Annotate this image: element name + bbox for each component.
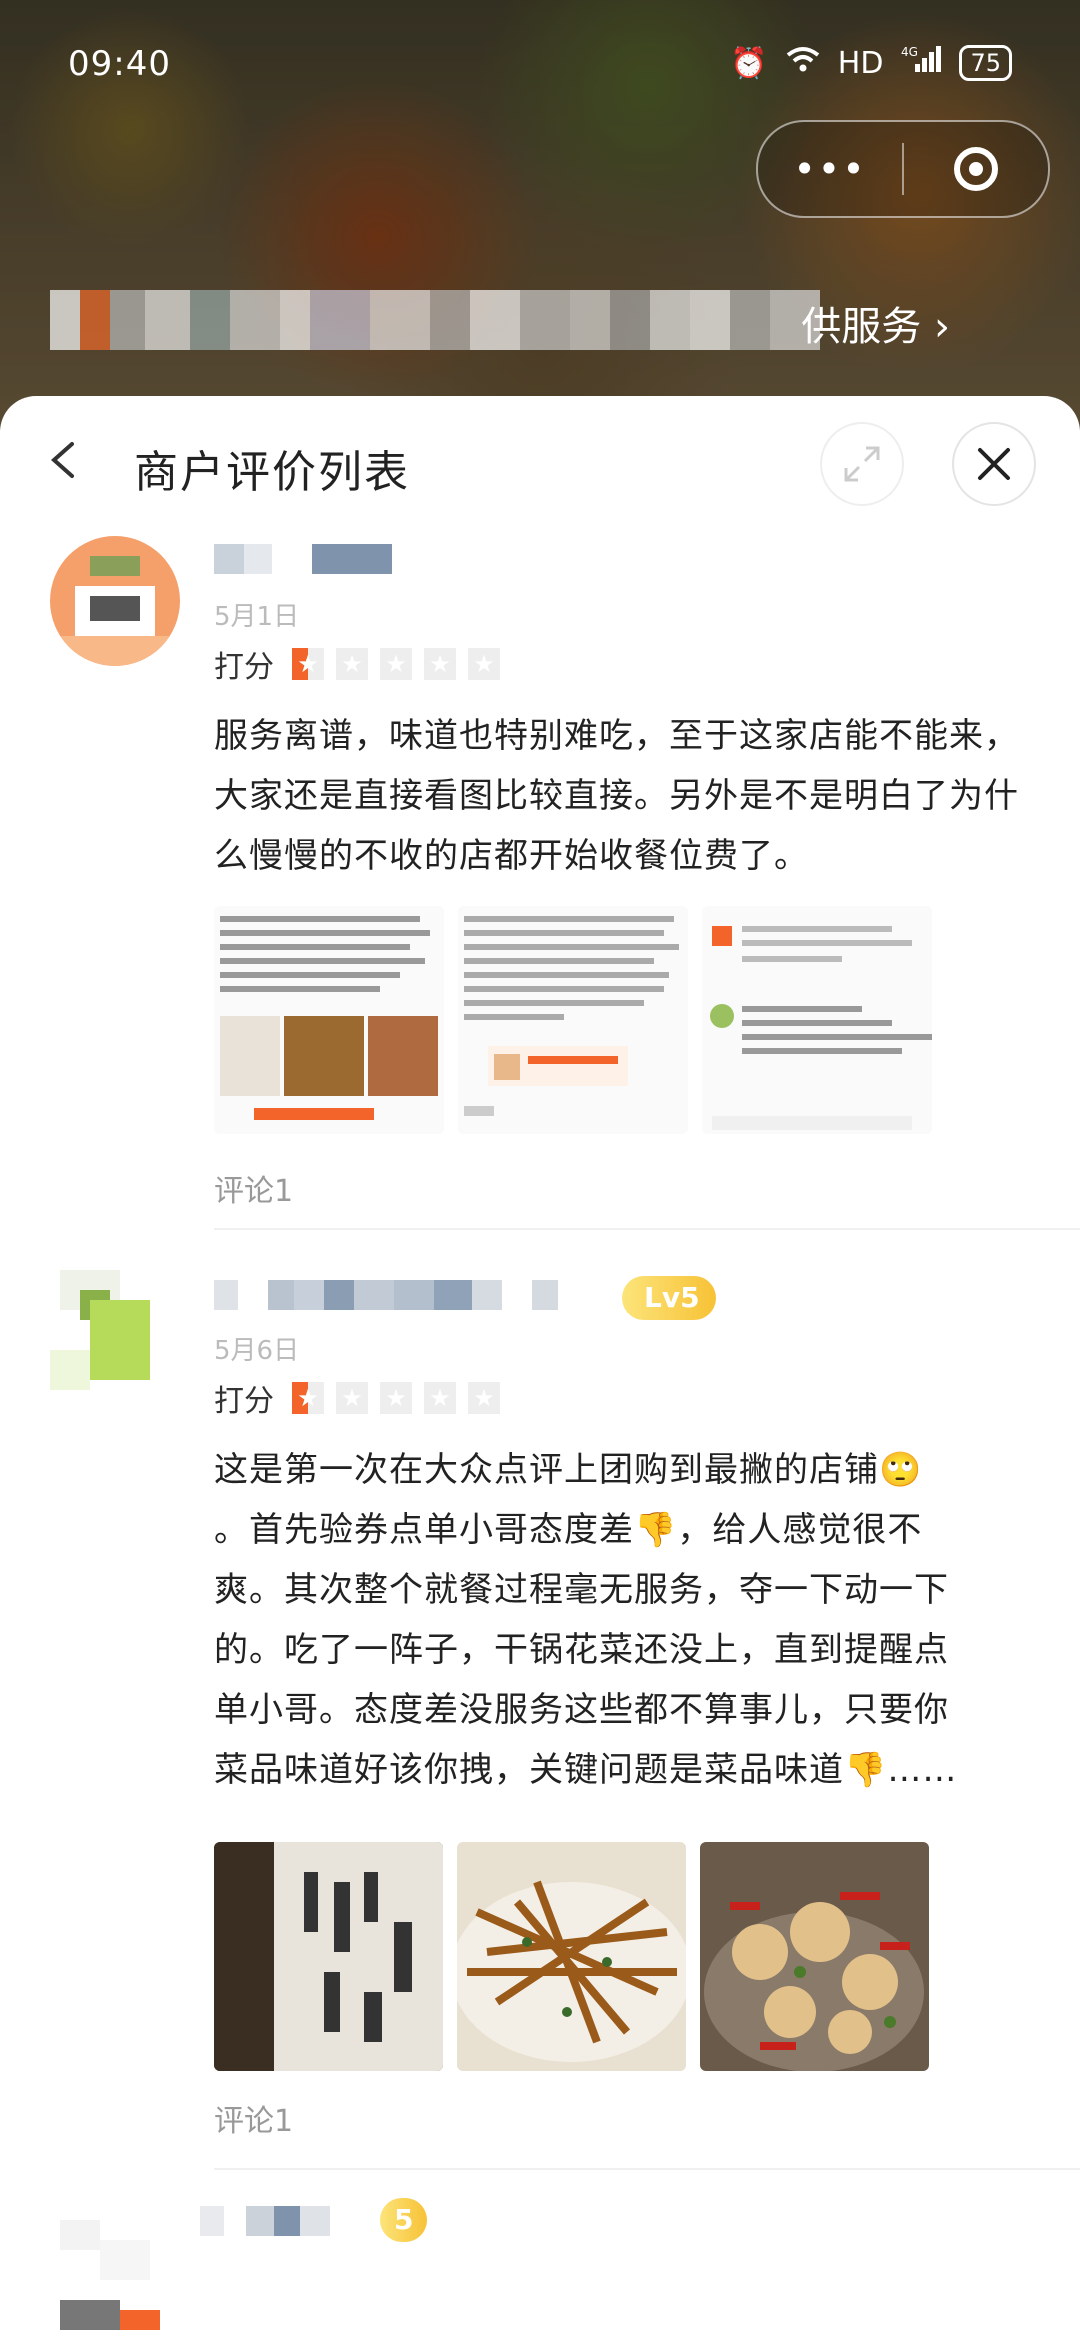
review-divider (214, 2168, 1080, 2170)
level-badge: 5 (380, 2198, 428, 2242)
review-divider (214, 1228, 1080, 1230)
battery-level: 75 (970, 49, 1001, 77)
close-mini-program-button[interactable] (904, 147, 1048, 191)
review-image-screenshot[interactable] (214, 906, 444, 1134)
review-date: 5月6日 (214, 1336, 300, 1366)
star-icon: ★ (336, 1382, 368, 1414)
rating-row: 打分 ★ ★ ★ ★ ★ (214, 644, 500, 685)
user-name-blurred (214, 544, 392, 580)
review-text-line: 菜品味道好该你拽，关键问题是菜品味道👎…… (214, 1750, 958, 1790)
comment-count[interactable]: 评论1 (214, 2096, 293, 2140)
rating-label: 打分 (214, 1384, 274, 1419)
status-icons: ⏰ HD 4G 75 (730, 44, 1012, 82)
user-name-blurred (214, 1280, 558, 1316)
review-text-line: 单小哥。态度差没服务这些都不算事儿，只要你 (214, 1690, 949, 1730)
star-icon: ★ (336, 648, 368, 680)
store-info-row[interactable]: 供服务 › (50, 290, 1050, 350)
review-text-line: 。首先验券点单小哥态度差👎，给人感觉很不 (214, 1510, 923, 1550)
review-image-dish[interactable] (457, 1842, 686, 2071)
review-text-line: 的。吃了一阵子，干锅花菜还没上，直到提醒点 (214, 1630, 949, 1670)
star-icon: ★ (424, 1382, 456, 1414)
star-icon: ★ (424, 648, 456, 680)
sheet-header: 商户评价列表 (0, 396, 1080, 526)
star-icon: ★ (292, 648, 324, 680)
avatar[interactable] (40, 2200, 170, 2330)
star-icon: ★ (380, 1382, 412, 1414)
review-images (214, 906, 932, 1134)
review-image-screenshot[interactable] (458, 906, 688, 1134)
user-name-blurred (200, 2206, 330, 2242)
avatar[interactable] (50, 536, 180, 666)
star-icon: ★ (468, 1382, 500, 1414)
target-icon (954, 147, 998, 191)
sheet-title: 商户评价列表 (134, 447, 410, 498)
review-sheet: 商户评价列表 5月1日 打分 ★ ★ ★ ★ ★ 服务离谱，味道也特别难吃，至于… (0, 396, 1080, 2340)
back-arrow-icon[interactable] (44, 440, 84, 480)
wifi-icon (786, 45, 820, 81)
review-image-cauliflower[interactable] (700, 1842, 929, 2071)
network-label: HD (837, 45, 884, 81)
more-options-button[interactable]: ••• (758, 147, 902, 191)
svg-text:4G: 4G (901, 45, 918, 59)
rating-label: 打分 (214, 650, 274, 685)
review-date: 5月1日 (214, 602, 300, 632)
mini-program-capsule: ••• (756, 120, 1050, 218)
rating-row: 打分 ★ ★ ★ ★ ★ (214, 1378, 500, 1419)
review-text[interactable]: 这是第一次在大众点评上团购到最撇的店铺🙄 。首先验券点单小哥态度差👎，给人感觉很… (214, 1440, 1034, 1800)
review-images (214, 1842, 929, 2071)
close-icon (978, 448, 1010, 480)
expand-button[interactable] (820, 422, 904, 506)
status-bar: 09:40 ⏰ HD 4G 75 (0, 0, 1080, 130)
star-icon: ★ (380, 648, 412, 680)
battery-icon: 75 (959, 45, 1012, 81)
star-icon: ★ (468, 648, 500, 680)
comment-count[interactable]: 评论1 (214, 1166, 293, 1210)
review-image-sign[interactable] (214, 1842, 443, 2071)
signal-icon: 4G (901, 44, 942, 82)
status-time: 09:40 (68, 44, 171, 84)
expand-icon (844, 446, 880, 482)
review-text-line: 这是第一次在大众点评上团购到最撇的店铺🙄 (214, 1450, 923, 1490)
level-badge: Lv5 (622, 1276, 716, 1320)
service-link[interactable]: 供服务 › (801, 294, 950, 352)
alarm-icon: ⏰ (730, 45, 768, 81)
close-button[interactable] (952, 422, 1036, 506)
review-text-line: 爽。其次整个就餐过程毫无服务，夺一下动一下 (214, 1570, 949, 1610)
avatar[interactable] (30, 1260, 160, 1390)
blurred-store-info (50, 290, 820, 350)
star-icon: ★ (292, 1382, 324, 1414)
review-image-screenshot[interactable] (702, 906, 932, 1134)
review-text[interactable]: 服务离谱，味道也特别难吃，至于这家店能不能来，大家还是直接看图比较直接。另外是不… (214, 706, 1034, 886)
